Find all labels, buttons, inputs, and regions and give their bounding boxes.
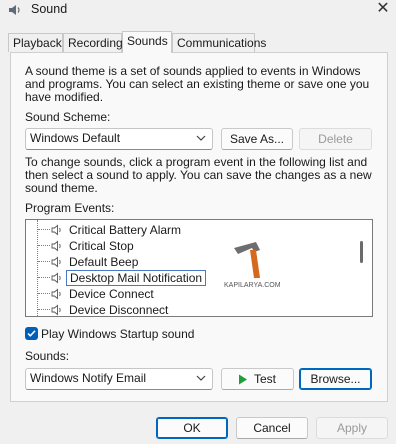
close-icon[interactable]: ✕ [370, 0, 396, 20]
window-title: Sound [31, 2, 68, 16]
list-item-selected[interactable]: Desktop Mail Notification [26, 270, 346, 286]
list-item-label: Device Disconnect [69, 303, 169, 317]
browse-button[interactable]: Browse... [299, 368, 372, 390]
startup-checkbox-label[interactable]: Play Windows Startup sound [41, 327, 194, 341]
program-events-label: Program Events: [25, 201, 115, 215]
save-as-button[interactable]: Save As... [221, 128, 293, 150]
watermark-text: KAPILARYA.COM [224, 282, 281, 289]
instructions-line-2: then select a sound to apply. You can sa… [25, 168, 372, 182]
hammer-logo-icon [234, 242, 260, 278]
speaker-icon [51, 272, 61, 284]
speaker-icon [51, 288, 61, 300]
ok-button[interactable]: OK [156, 417, 228, 439]
checkmark-icon [27, 330, 36, 337]
instructions-line-3: sound theme. [25, 181, 98, 195]
sounds-label: Sounds: [25, 349, 70, 363]
scrollbar-thumb[interactable] [360, 241, 363, 263]
sound-scheme-dropdown[interactable]: Windows Default [25, 128, 213, 150]
test-button-label: Test [254, 372, 277, 386]
apply-button[interactable]: Apply [316, 417, 388, 439]
title-bar: Sound ✕ [0, 0, 396, 22]
chevron-down-icon [196, 135, 206, 141]
tab-recording[interactable]: Recording [63, 33, 123, 52]
instructions-line-1: To change sounds, click a program event … [25, 155, 368, 169]
list-item[interactable]: Device Connect [26, 286, 346, 302]
speaker-icon [51, 304, 61, 316]
program-events-list[interactable]: Critical Battery Alarm Critical Stop Def… [25, 219, 373, 317]
speaker-icon [51, 240, 61, 252]
tab-sounds[interactable]: Sounds [122, 31, 172, 53]
intro-text-line-2: and programs. You can select an existing… [25, 77, 370, 91]
list-item[interactable]: Critical Battery Alarm [26, 222, 346, 238]
speaker-icon [51, 224, 61, 236]
list-item-label: Critical Stop [69, 239, 134, 253]
tab-communications[interactable]: Communications [172, 33, 266, 52]
sounds-dropdown[interactable]: Windows Notify Email [25, 368, 213, 390]
tab-playback[interactable]: Playback [8, 33, 63, 52]
cancel-button[interactable]: Cancel [236, 417, 308, 439]
list-item-label: Desktop Mail Notification [66, 270, 207, 286]
sound-scheme-value: Windows Default [30, 131, 121, 145]
speaker-icon [51, 256, 61, 268]
list-item-label: Critical Battery Alarm [69, 223, 182, 237]
play-icon [239, 374, 247, 385]
list-item[interactable]: Critical Stop [26, 238, 346, 254]
list-item[interactable]: Device Disconnect [26, 302, 346, 317]
list-item-label: Default Beep [69, 255, 139, 269]
intro-text-line-3: have modified. [25, 90, 104, 104]
sounds-value: Windows Notify Email [30, 371, 147, 385]
list-item[interactable]: Default Beep [26, 254, 346, 270]
delete-button[interactable]: Delete [299, 128, 372, 150]
test-button[interactable]: Test [221, 368, 294, 390]
sound-scheme-label: Sound Scheme: [25, 110, 111, 124]
startup-checkbox[interactable] [25, 327, 38, 340]
chevron-down-icon [196, 375, 206, 381]
speaker-icon [9, 5, 20, 15]
intro-text-line-1: A sound theme is a set of sounds applied… [25, 64, 361, 78]
list-item-label: Device Connect [69, 287, 154, 301]
